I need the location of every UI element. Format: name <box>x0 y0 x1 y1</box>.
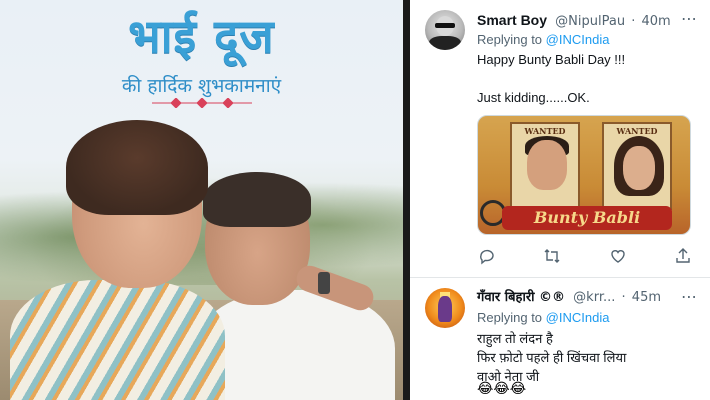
poster-title: भाई दूज <box>128 9 275 63</box>
image-divider <box>403 0 410 400</box>
tweet-media-image[interactable]: WANTED WANTED Bunty Babli <box>477 115 691 235</box>
tweet-text-line: Just kidding......OK. <box>477 90 590 105</box>
tweet-text-line: Happy Bunty Babli Day !!! <box>477 52 626 67</box>
wanted-label: WANTED <box>616 126 658 136</box>
woman-hair <box>66 120 208 215</box>
share-icon[interactable] <box>673 246 693 266</box>
replying-to-link[interactable]: @INCIndia <box>546 32 610 47</box>
tweet-text-line: फिर फ़ोटो पहले ही खिंचवा लिया <box>477 350 627 365</box>
replying-to-link[interactable]: @INCIndia <box>546 310 610 325</box>
tweet-text: राहुल तो लंदन है फिर फ़ोटो पहले ही खिंचव… <box>477 329 626 386</box>
wristwatch <box>318 272 330 294</box>
tweet[interactable]: गँवार बिहारी ©® @krr... · 45m ⋯ Replying… <box>410 278 710 400</box>
timestamp[interactable]: 45m <box>632 290 661 305</box>
user-handle[interactable]: @NipulPau <box>555 14 625 29</box>
wanted-poster-left: WANTED <box>510 122 580 210</box>
replying-to: Replying to @INCIndia <box>477 31 609 49</box>
tweet-actions <box>477 246 697 266</box>
reply-icon[interactable] <box>477 246 497 266</box>
replying-prefix: Replying to <box>477 32 543 47</box>
display-name[interactable]: गँवार बिहारी ©® <box>477 290 565 305</box>
movie-title: Bunty Babli <box>502 206 672 230</box>
man-hair <box>203 172 311 227</box>
replying-to: Replying to @INCIndia <box>477 309 609 327</box>
woman-body <box>10 280 225 400</box>
tweet-text-line: राहुल तो लंदन है <box>477 331 553 346</box>
tweet-header: गँवार बिहारी ©® @krr... · 45m <box>477 288 705 308</box>
avatar[interactable] <box>425 10 465 50</box>
user-handle[interactable]: @krr... <box>573 290 615 305</box>
like-icon[interactable] <box>608 246 628 266</box>
wanted-poster-right: WANTED <box>602 122 672 210</box>
separator-dot: · <box>631 14 636 29</box>
tweet-feed: Smart Boy @NipulPau · 40m ⋯ Replying to … <box>410 0 710 400</box>
separator-dot: · <box>621 290 626 305</box>
avatar[interactable] <box>425 288 465 328</box>
more-options-icon[interactable]: ⋯ <box>681 10 698 28</box>
replying-prefix: Replying to <box>477 310 543 325</box>
ornament-divider <box>152 98 252 108</box>
poster-image: भाई दूज की हार्दिक शुभकामनाएं <box>0 0 403 400</box>
timestamp[interactable]: 40m <box>642 14 671 29</box>
more-options-icon[interactable]: ⋯ <box>681 288 698 306</box>
poster-subtitle: की हार्दिक शुभकामनाएं <box>121 75 282 97</box>
display-name[interactable]: Smart Boy <box>477 12 547 28</box>
tweet-header: Smart Boy @NipulPau · 40m <box>477 10 705 30</box>
wanted-label: WANTED <box>524 126 566 136</box>
retweet-icon[interactable] <box>542 246 562 266</box>
tweet[interactable]: Smart Boy @NipulPau · 40m ⋯ Replying to … <box>410 0 710 277</box>
emoji-laughing: 😂😂😂 <box>477 381 527 397</box>
